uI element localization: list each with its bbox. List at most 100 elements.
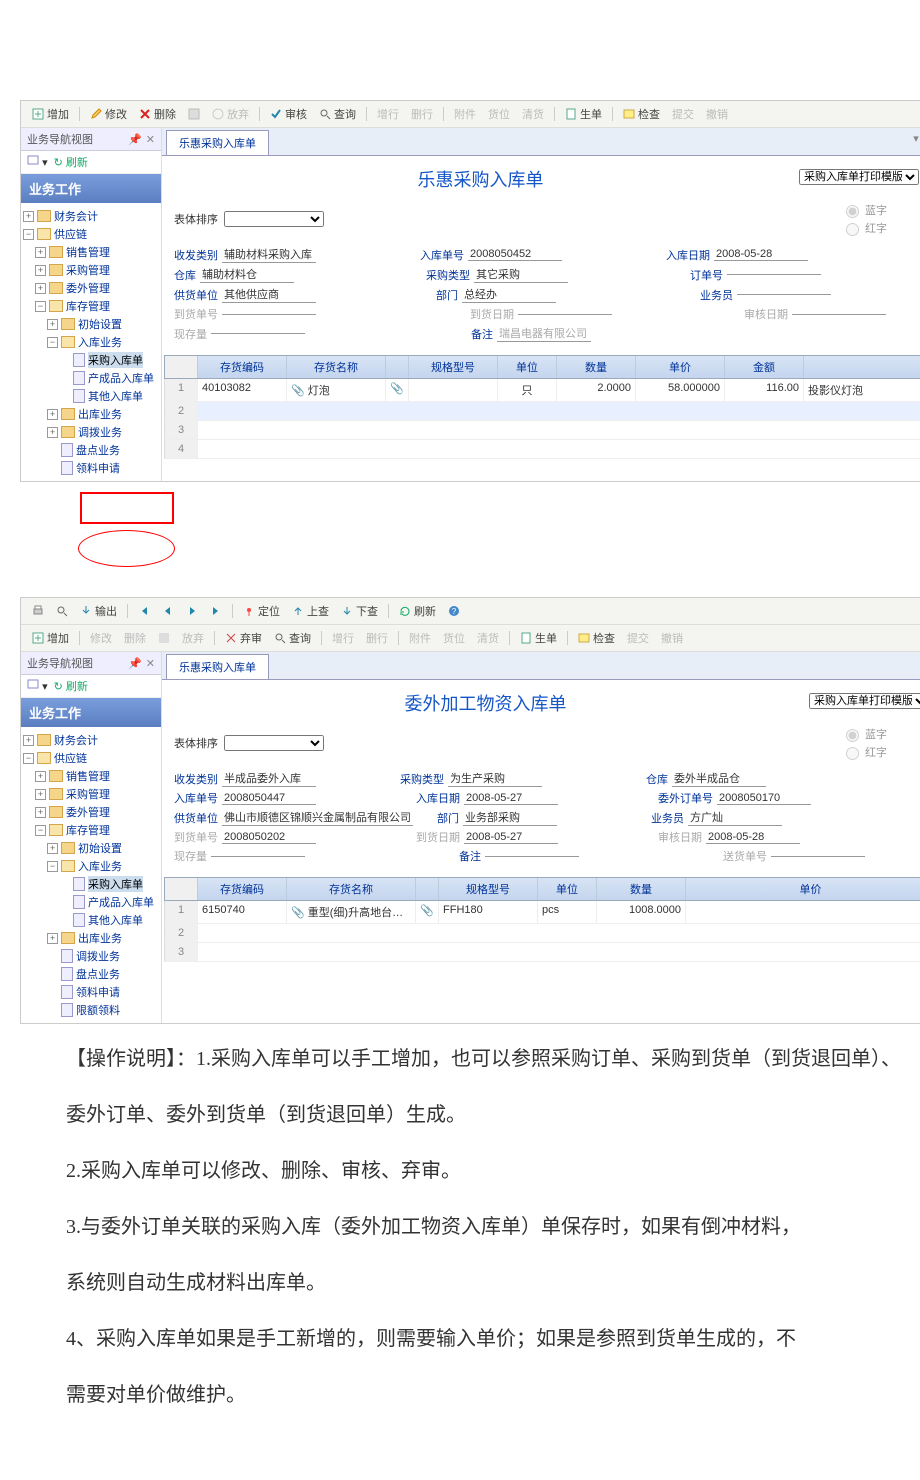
tree-node-sales[interactable]: +销售管理	[23, 767, 159, 785]
bill-button[interactable]: 生单	[560, 104, 607, 124]
tree-node-other-in[interactable]: 其他入库单	[23, 911, 159, 929]
tree-node-inbound[interactable]: −入库业务	[23, 333, 159, 351]
tree-node-other-in[interactable]: 其他入库单	[23, 387, 159, 405]
preview-icon[interactable]	[51, 603, 73, 619]
unaudit-button[interactable]: 弃审	[220, 628, 267, 648]
table-row[interactable]: 3	[164, 943, 920, 962]
table-row[interactable]: 1 40103082 📎 灯泡 📎 只 2.0000 58.000000 116…	[164, 379, 920, 402]
tree-node-outsource[interactable]: +委外管理	[23, 803, 159, 821]
audit-button[interactable]: 审核	[265, 104, 312, 124]
refresh-button[interactable]: 刷新	[394, 601, 441, 621]
field-order-no[interactable]	[727, 274, 821, 275]
position-button[interactable]: 定位	[238, 601, 285, 621]
tab-purchase-in[interactable]: 乐惠采购入库单	[166, 654, 269, 679]
field-warehouse[interactable]: 辅助材料仓	[200, 266, 294, 283]
help-icon[interactable]: ?	[443, 603, 465, 619]
tree-node-product-in[interactable]: 产成品入库单	[23, 893, 159, 911]
delete-button[interactable]: 删除	[134, 104, 181, 124]
sidebar-refresh-button[interactable]: ↻ 刷新	[54, 678, 88, 694]
upquery-button[interactable]: 上查	[287, 601, 334, 621]
table-row[interactable]: 1 6150740 📎 重型(细)升高地台… 📎 FFH180 pcs 1008…	[164, 901, 920, 924]
tree-node-outbound[interactable]: +出库业务	[23, 405, 159, 423]
tree-node-transfer[interactable]: +调拨业务	[23, 423, 159, 441]
bill-button[interactable]: 生单	[515, 628, 562, 648]
sidebar-dropdown[interactable]: ▾	[27, 678, 48, 694]
sidebar-pin-icon[interactable]: 📌	[128, 133, 142, 146]
sidebar-refresh-button[interactable]: ↻ 刷新	[54, 154, 88, 170]
field-supplier[interactable]: 佛山市顺德区锦顺兴金属制品有限公司	[222, 809, 413, 826]
tree-node-outsource[interactable]: +委外管理	[23, 279, 159, 297]
field-purchase-type[interactable]: 其它采购	[474, 266, 568, 283]
tree-node-transfer[interactable]: 调拨业务	[23, 947, 159, 965]
tree-node-stocktake[interactable]: 盘点业务	[23, 965, 159, 983]
tree-node-init[interactable]: +初始设置	[23, 839, 159, 857]
tree-node-product-in[interactable]: 产成品入库单	[23, 369, 159, 387]
tree-node-purchase[interactable]: +采购管理	[23, 261, 159, 279]
tree-node-requisition[interactable]: 领料申请	[23, 983, 159, 1001]
check-button[interactable]: 检查	[618, 104, 665, 124]
tree-node-purchase[interactable]: +采购管理	[23, 785, 159, 803]
radio-red[interactable]: 红字	[841, 220, 887, 236]
sidebar-close-icon[interactable]: ✕	[146, 657, 155, 670]
tree-node-stocktake[interactable]: 盘点业务	[23, 441, 159, 459]
tree-node-init[interactable]: +初始设置	[23, 315, 159, 333]
field-remark[interactable]: 瑞昌电器有限公司	[497, 325, 591, 342]
downquery-button[interactable]: 下查	[336, 601, 383, 621]
tree-node-inventory[interactable]: −库存管理	[23, 821, 159, 839]
tree-node-inventory[interactable]: −库存管理	[23, 297, 159, 315]
output-button[interactable]: 输出	[75, 601, 122, 621]
sidebar-close-icon[interactable]: ✕	[146, 133, 155, 146]
tree-node-supply[interactable]: −供应链	[23, 225, 159, 243]
tree-node-sales[interactable]: +销售管理	[23, 243, 159, 261]
field-salesman[interactable]: 方广灿	[688, 809, 782, 826]
table-row[interactable]: 4	[164, 440, 920, 459]
last-button[interactable]	[205, 603, 227, 619]
field-receive-type[interactable]: 半成品委外入库	[222, 770, 316, 787]
tree-node-finance[interactable]: +财务会计	[23, 731, 159, 749]
field-warehouse[interactable]: 委外半成品仓	[672, 770, 766, 787]
field-supplier[interactable]: 其他供应商	[222, 286, 316, 303]
field-purchase-type[interactable]: 为生产采购	[448, 770, 542, 787]
tab-close-icon[interactable]: ▾ ✕	[905, 128, 920, 155]
edit-button[interactable]: 修改	[85, 104, 132, 124]
print-template-select[interactable]: 采购入库单打印模版	[809, 693, 920, 709]
add-button[interactable]: 增加	[27, 628, 74, 648]
next-button[interactable]	[181, 603, 203, 619]
sort-select[interactable]	[224, 735, 324, 751]
tree-node-purchase-in[interactable]: 采购入库单	[23, 351, 159, 369]
first-button[interactable]	[133, 603, 155, 619]
field-receive-type[interactable]: 辅助材料采购入库	[222, 246, 316, 263]
tree-node-supply[interactable]: −供应链	[23, 749, 159, 767]
sidebar-dropdown[interactable]: ▾	[27, 154, 48, 170]
table-row[interactable]: 2	[164, 402, 920, 421]
field-outsource-no[interactable]: 2008050170	[717, 792, 811, 805]
field-remark[interactable]	[485, 856, 579, 857]
field-salesman[interactable]	[737, 294, 831, 295]
field-bill-no[interactable]: 2008050447	[222, 792, 316, 805]
radio-red[interactable]: 红字	[841, 744, 887, 760]
tree-node-finance[interactable]: +财务会计	[23, 207, 159, 225]
print-template-select[interactable]: 采购入库单打印模版	[799, 169, 919, 185]
field-date[interactable]: 2008-05-27	[464, 792, 558, 805]
sidebar-pin-icon[interactable]: 📌	[128, 657, 142, 670]
print-icon[interactable]	[27, 603, 49, 619]
query-button[interactable]: 查询	[314, 104, 361, 124]
tab-purchase-in[interactable]: 乐惠采购入库单	[166, 130, 269, 155]
field-dept[interactable]: 总经办	[462, 286, 556, 303]
field-dept[interactable]: 业务部采购	[463, 809, 557, 826]
field-bill-no[interactable]: 2008050452	[468, 248, 562, 261]
tree-node-purchase-in[interactable]: 采购入库单	[23, 875, 159, 893]
tree-node-inbound[interactable]: −入库业务	[23, 857, 159, 875]
tree-node-limit[interactable]: 限额领料	[23, 1001, 159, 1019]
sort-select[interactable]	[224, 211, 324, 227]
check-button[interactable]: 检查	[573, 628, 620, 648]
add-button[interactable]: 增加	[27, 104, 74, 124]
field-date[interactable]: 2008-05-28	[714, 248, 808, 261]
tree-node-outbound[interactable]: +出库业务	[23, 929, 159, 947]
query-button[interactable]: 查询	[269, 628, 316, 648]
radio-blue[interactable]: 蓝字	[841, 726, 887, 742]
tree-node-requisition[interactable]: 领料申请	[23, 459, 159, 477]
prev-button[interactable]	[157, 603, 179, 619]
table-row[interactable]: 3	[164, 421, 920, 440]
table-row[interactable]: 2	[164, 924, 920, 943]
